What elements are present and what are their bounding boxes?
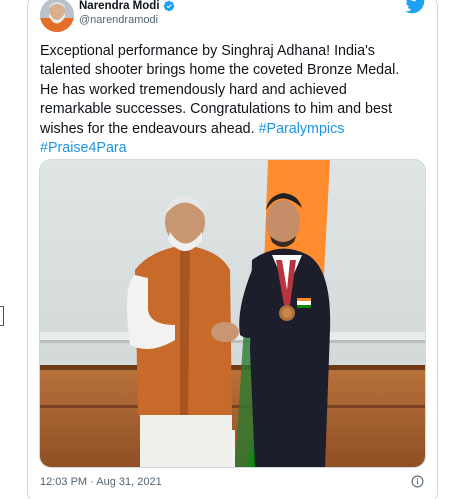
tweet-photo[interactable] [39,159,426,468]
tweet-text: Exceptional performance by Singhraj Adha… [40,42,425,158]
tweet-line-1: Exceptional performance by Singhraj Adha… [40,43,375,59]
hashtag-praise4para[interactable]: #Praise4Para [40,140,127,156]
twitter-bird-icon[interactable] [405,0,427,14]
tweet-line-3: He has worked tremendously hard and achi… [40,81,347,98]
scroll-marker [0,306,4,326]
tweet-line-2: talented shooter brings home the coveted… [40,62,400,79]
author-name[interactable]: Narendra Modi [79,0,160,12]
author-handle[interactable]: @narendramodi [79,14,175,26]
page: Narendra Modi @narendramodi Exceptional … [0,0,469,499]
verified-badge-icon [163,0,174,12]
hashtag-paralympics[interactable]: #Paralympics [259,121,345,137]
author-block[interactable]: Narendra Modi @narendramodi [79,0,175,26]
tweet-line-4: remarkable successes. Congratulations to… [40,101,393,118]
tweet-line-5: wishes for the endeavours ahead. [40,120,259,137]
photo-illustration [40,160,425,467]
tweet-timestamp[interactable]: 12:03 PM · Aug 31, 2021 [40,476,162,488]
info-icon[interactable] [411,475,424,488]
